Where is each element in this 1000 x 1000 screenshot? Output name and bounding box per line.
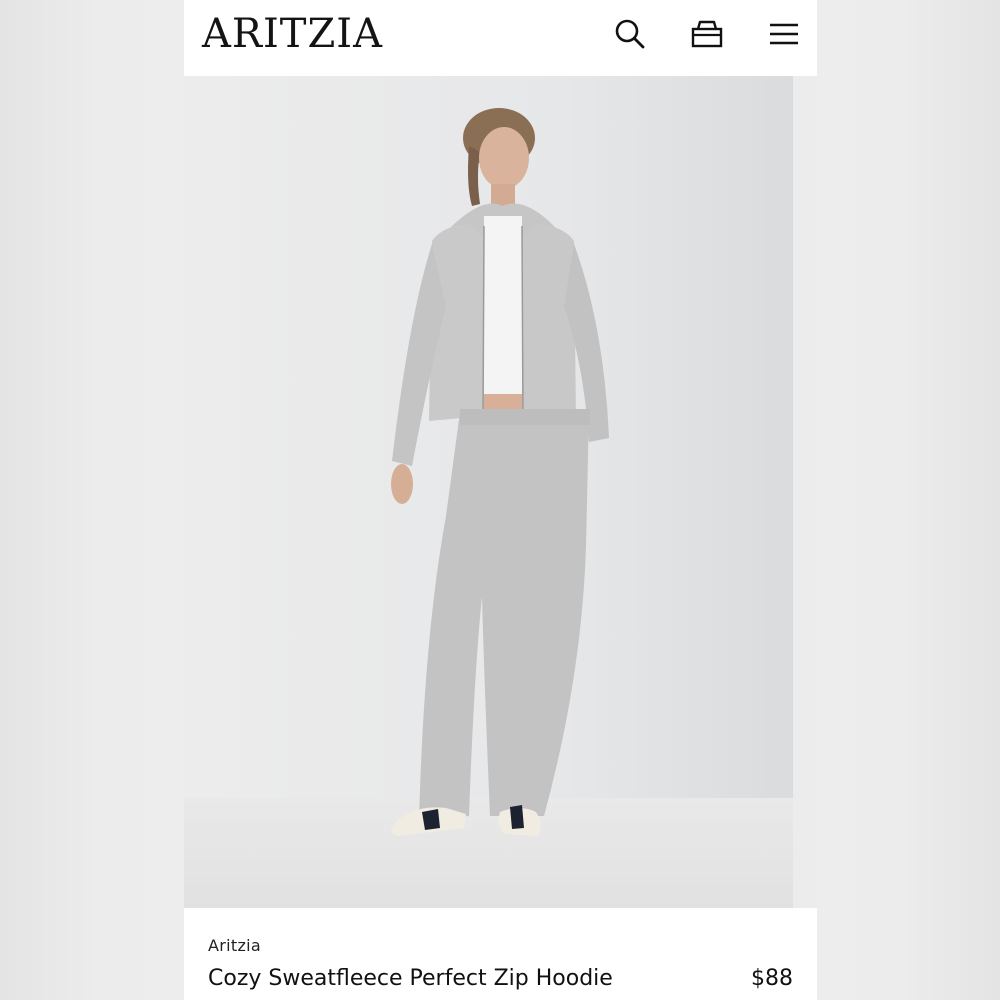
next-image-peek[interactable] (793, 76, 817, 908)
product-brand: Aritzia (208, 936, 261, 955)
product-name[interactable]: Cozy Sweatfleece Perfect Zip Hoodie (208, 966, 613, 991)
app-screen: ARITZIA Aritzia Cozy Sweatfleece Perfect… (184, 0, 817, 1000)
top-nav: ARITZIA (184, 0, 817, 76)
product-info: Aritzia Cozy Sweatfleece Perfect Zip Hoo… (184, 908, 817, 1000)
brand-logo[interactable]: ARITZIA (202, 12, 383, 56)
product-price: $88 (751, 966, 793, 991)
search-icon[interactable] (612, 16, 648, 52)
bag-icon[interactable] (689, 16, 725, 52)
menu-icon[interactable] (766, 16, 802, 52)
product-image[interactable] (184, 76, 817, 908)
